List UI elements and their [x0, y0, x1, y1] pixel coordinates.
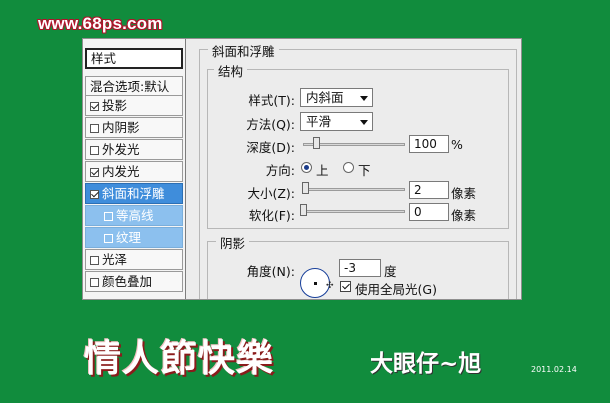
styles-panel: 样式 混合选项:默认 投影 内阴影 外发光 内发光 斜面和浮雕 等高线 纹理 光…	[83, 39, 186, 299]
size-slider-track[interactable]	[303, 188, 405, 191]
contour-checkbox[interactable]	[104, 212, 113, 221]
style-item-label: 颜色叠加	[102, 274, 153, 289]
style-item-outer-glow[interactable]: 外发光	[85, 139, 183, 160]
soften-input[interactable]: 0	[409, 203, 449, 221]
size-input[interactable]: 2	[409, 181, 449, 199]
direction-up-radio[interactable]	[301, 162, 312, 173]
angle-dial-dot	[314, 282, 317, 285]
angle-label: 角度(N):	[246, 264, 295, 279]
style-item-label: 等高线	[116, 208, 154, 223]
color-overlay-checkbox[interactable]	[90, 278, 99, 287]
technique-label: 方法(Q):	[246, 117, 295, 132]
drop-shadow-checkbox[interactable]	[90, 102, 99, 111]
caption-title: 情人節快樂	[84, 336, 274, 380]
style-item-label: 内阴影	[102, 120, 140, 135]
texture-checkbox[interactable]	[104, 234, 113, 243]
structure-title: 结构	[214, 61, 248, 80]
style-item-inner-shadow[interactable]: 内阴影	[85, 117, 183, 138]
style-item-inner-glow[interactable]: 内发光	[85, 161, 183, 182]
style-select[interactable]: 内斜面	[300, 88, 373, 107]
style-item-bevel-emboss[interactable]: 斜面和浮雕	[85, 183, 183, 204]
style-item-label: 纹理	[116, 230, 142, 245]
check-icon	[342, 281, 350, 290]
bevel-emboss-checkbox[interactable]	[90, 190, 99, 199]
style-item-label: 斜面和浮雕	[102, 186, 165, 201]
outer-glow-checkbox[interactable]	[90, 146, 99, 155]
styles-header[interactable]: 样式	[85, 48, 183, 69]
satin-checkbox[interactable]	[90, 256, 99, 265]
angle-input[interactable]: -3	[339, 259, 381, 277]
size-label: 大小(Z):	[247, 186, 295, 201]
bevel-emboss-title: 斜面和浮雕	[208, 41, 279, 60]
size-slider-thumb[interactable]	[302, 182, 309, 194]
style-item-texture[interactable]: 纹理	[85, 227, 183, 248]
style-item-color-overlay[interactable]: 颜色叠加	[85, 271, 183, 292]
layer-style-dialog: 样式 混合选项:默认 投影 内阴影 外发光 内发光 斜面和浮雕 等高线 纹理 光…	[82, 38, 522, 300]
blend-options-item[interactable]: 混合选项:默认	[85, 76, 183, 97]
direction-down-radio[interactable]	[343, 162, 354, 173]
style-select-value: 内斜面	[306, 90, 344, 105]
style-item-label: 外发光	[102, 142, 140, 157]
chevron-down-icon	[360, 120, 368, 125]
style-item-label: 内发光	[102, 164, 140, 179]
direction-up-label: 上	[316, 163, 329, 178]
technique-select[interactable]: 平滑	[300, 112, 373, 131]
soften-unit: 像素	[451, 208, 477, 223]
inner-glow-checkbox[interactable]	[90, 168, 99, 177]
crosshair-icon: ✣	[326, 281, 334, 291]
style-item-label: 光泽	[102, 252, 128, 267]
angle-unit: 度	[384, 264, 397, 279]
inner-shadow-checkbox[interactable]	[90, 124, 99, 133]
style-item-satin[interactable]: 光泽	[85, 249, 183, 270]
style-item-contour[interactable]: 等高线	[85, 205, 183, 226]
depth-input[interactable]: 100	[409, 135, 449, 153]
direction-label: 方向:	[265, 163, 295, 178]
soften-slider-track[interactable]	[303, 210, 405, 213]
style-label: 样式(T):	[248, 93, 295, 108]
style-item-label: 投影	[102, 98, 128, 113]
soften-slider-thumb[interactable]	[300, 204, 307, 216]
watermark: www.68ps.com	[38, 14, 163, 33]
depth-label: 深度(D):	[246, 140, 295, 155]
style-item-drop-shadow[interactable]: 投影	[85, 95, 183, 116]
signature: 大眼仔~旭	[370, 350, 482, 377]
caption-date: 2011.02.14	[531, 365, 577, 374]
shading-title: 阴影	[216, 233, 250, 252]
global-light-label: 使用全局光(G)	[355, 282, 437, 297]
soften-label: 软化(F):	[248, 208, 295, 223]
direction-down-label: 下	[358, 163, 371, 178]
depth-unit: %	[451, 137, 463, 152]
chevron-down-icon	[360, 96, 368, 101]
size-unit: 像素	[451, 186, 477, 201]
global-light-checkbox[interactable]	[340, 281, 351, 292]
technique-select-value: 平滑	[306, 114, 332, 129]
depth-slider-thumb[interactable]	[313, 137, 320, 149]
